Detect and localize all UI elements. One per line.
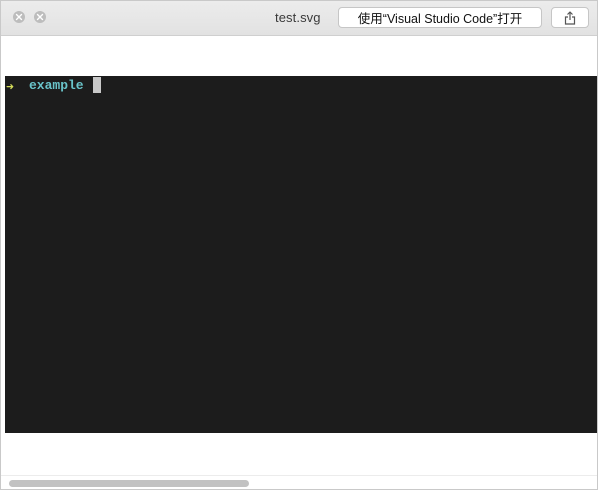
share-button[interactable] (551, 7, 589, 28)
close-button[interactable] (13, 11, 25, 23)
arrow-right-icon: ➜ (6, 80, 14, 95)
quicklook-window: test.svg 使用“Visual Studio Code”打开 ➜ exam… (0, 0, 598, 490)
terminal-preview: ➜ example (5, 76, 597, 433)
window-title: test.svg (275, 10, 321, 25)
horizontal-scrollbar[interactable] (1, 475, 597, 489)
open-with-label: 使用“Visual Studio Code”打开 (357, 12, 523, 26)
minimize-button[interactable] (34, 11, 46, 23)
prompt-text: example (29, 78, 84, 93)
text-cursor (93, 77, 101, 93)
title-bar: test.svg 使用“Visual Studio Code”打开 (1, 1, 597, 36)
close-icon (15, 13, 23, 21)
share-icon (564, 10, 576, 25)
minimize-icon (36, 13, 44, 21)
scrollbar-thumb[interactable] (9, 480, 249, 487)
open-with-vscode-button[interactable]: 使用“Visual Studio Code”打开 (338, 7, 542, 28)
